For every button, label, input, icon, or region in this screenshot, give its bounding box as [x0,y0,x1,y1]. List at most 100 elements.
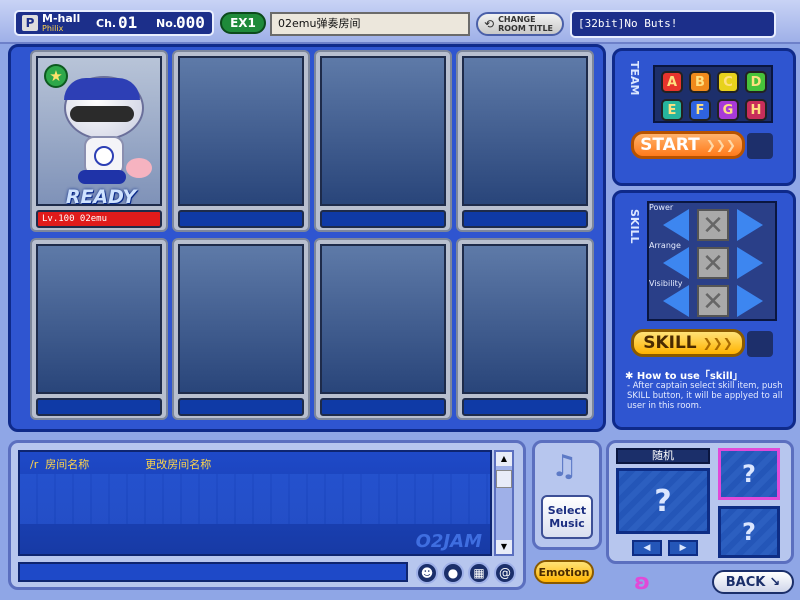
skill-right-arrow-icon[interactable] [737,209,763,241]
select-music-button[interactable]: Select Music [541,495,593,539]
skill-label: SKILL [628,209,641,244]
team-key-e[interactable]: E [661,99,683,121]
watermark: O2JAM [415,531,482,552]
mode-badge: EX1 [220,12,266,34]
team-key-b[interactable]: B [689,71,711,93]
channel-label: Ch. [96,17,117,30]
start-indicator [747,133,773,159]
music-panel: ♫ Select Music [532,440,602,550]
player-slot-name: Lv.100 02emu [36,210,162,228]
player-slot-screen [462,56,588,206]
player-slot-name [462,398,588,416]
team-key-h[interactable]: H [745,99,767,121]
skill-indicator [747,331,773,357]
top-bar: P M-hall Philix Ch. 01 No. 000 EX1 02emu… [0,0,800,44]
player-slot-screen [178,56,304,206]
player-slot-name [36,398,162,416]
skill-left-arrow-icon[interactable] [663,209,689,241]
player-slot-screen [178,244,304,394]
chat-log[interactable]: /r 房间名称 更改房间名称 O2JAM [18,450,492,556]
scroll-up-icon[interactable]: ▲ [496,452,512,466]
chat-line: /r 房间名称 更改房间名称 [30,458,212,471]
random-slot-top[interactable]: ? [718,448,780,500]
start-label: START [640,135,700,155]
change-btn-line2: ROOM TITLE [498,24,554,33]
start-button[interactable]: START ❯❯❯ [631,131,745,159]
player-slot[interactable] [172,238,310,420]
prev-arrow-icon[interactable]: ◀ [632,540,662,556]
room-title-field: 02emu弹奏房间 [270,12,470,36]
select-music-line2: Music [549,517,585,530]
avatar [60,76,152,186]
skill-right-arrow-icon[interactable] [737,247,763,279]
captain-star-icon: ★ [44,64,68,88]
back-label: BACK [725,574,766,590]
number-value: 000 [176,13,205,32]
chat-input[interactable] [18,562,408,582]
skill-button[interactable]: SKILL ❯❯❯ [631,329,745,357]
faces-icon[interactable]: ☻ [416,562,438,584]
refresh-icon: ⟲ [484,17,495,31]
team-key-d[interactable]: D [745,71,767,93]
piano-keys-decoration [20,474,490,524]
player-slot[interactable] [172,50,310,232]
player-slot-name [320,398,446,416]
skill-panel: SKILL SKILL ❯❯❯ ✱ How to use「skill」 - Af… [612,190,796,430]
player-slot[interactable] [456,238,594,420]
chat-scrollbar[interactable]: ▲ ▼ [494,450,514,556]
hall-sub: Philix [42,24,64,33]
team-key-grid: ABCD EFGH [653,65,773,123]
random-preview-box[interactable]: ? [616,468,710,534]
grid-icon[interactable]: ▦ [468,562,490,584]
channel-value: 01 [118,13,138,32]
skill-right-arrow-icon[interactable] [737,285,763,317]
skill-empty-x-icon: ✕ [697,209,729,241]
player-slot-screen: ★ READY [36,56,162,208]
swirl-icon[interactable]: @ [494,562,516,584]
player-slot-name [320,210,446,228]
room-info-panel: P M-hall Philix Ch. 01 No. 000 [14,10,214,36]
player-slot[interactable] [30,238,168,420]
player-slot-name [178,210,304,228]
team-key-g[interactable]: G [717,99,739,121]
random-label: 随机 [616,448,710,464]
skill-button-label: SKILL [643,333,697,353]
change-room-title-button[interactable]: ⟲ CHANGE ROOM TITLE [476,12,564,36]
person-icon[interactable]: ● [442,562,464,584]
notice-display: [32bit]No Buts! [570,10,776,38]
player-slot-name [178,398,304,416]
select-music-line1: Select [547,504,587,517]
team-panel: TEAM ABCD EFGH START ❯❯❯ [612,48,796,186]
back-button[interactable]: BACK ↘ [712,570,794,594]
howto-text: - After captain select skill item, push … [627,381,783,411]
player-slot-screen [320,244,446,394]
scroll-thumb[interactable] [496,470,512,488]
team-label: TEAM [628,61,641,96]
emotion-button[interactable]: Emotion [534,560,594,584]
chevrons-icon: ❯❯❯ [705,138,736,152]
skill-left-arrow-icon[interactable] [663,247,689,279]
number-label: No. [156,17,177,30]
player-slot[interactable]: ★ READY Lv.100 02emu [30,50,168,232]
change-btn-line1: CHANGE [498,15,536,24]
skill-left-arrow-icon[interactable] [663,285,689,317]
player-slot[interactable] [314,50,452,232]
scroll-down-icon[interactable]: ▼ [496,540,512,554]
team-key-a[interactable]: A [661,71,683,93]
back-arrow-icon: ↘ [769,574,781,590]
player-slot-name [462,210,588,228]
skill-empty-x-icon: ✕ [697,247,729,279]
player-slot-screen [462,244,588,394]
next-arrow-icon[interactable]: ▶ [668,540,698,556]
music-note-icon: ♫ [551,449,578,484]
team-key-f[interactable]: F [689,99,711,121]
howto-title: ✱ How to use「skill」 [625,371,743,382]
ready-status: READY [65,186,137,208]
player-slot[interactable] [314,238,452,420]
player-slot[interactable] [456,50,594,232]
player-slot-screen [36,244,162,394]
chevrons-icon: ❯❯❯ [702,336,733,350]
random-slot-bottom[interactable]: ? [718,506,780,558]
team-key-c[interactable]: C [717,71,739,93]
o2jam-logo-icon: ʚ [634,570,651,595]
